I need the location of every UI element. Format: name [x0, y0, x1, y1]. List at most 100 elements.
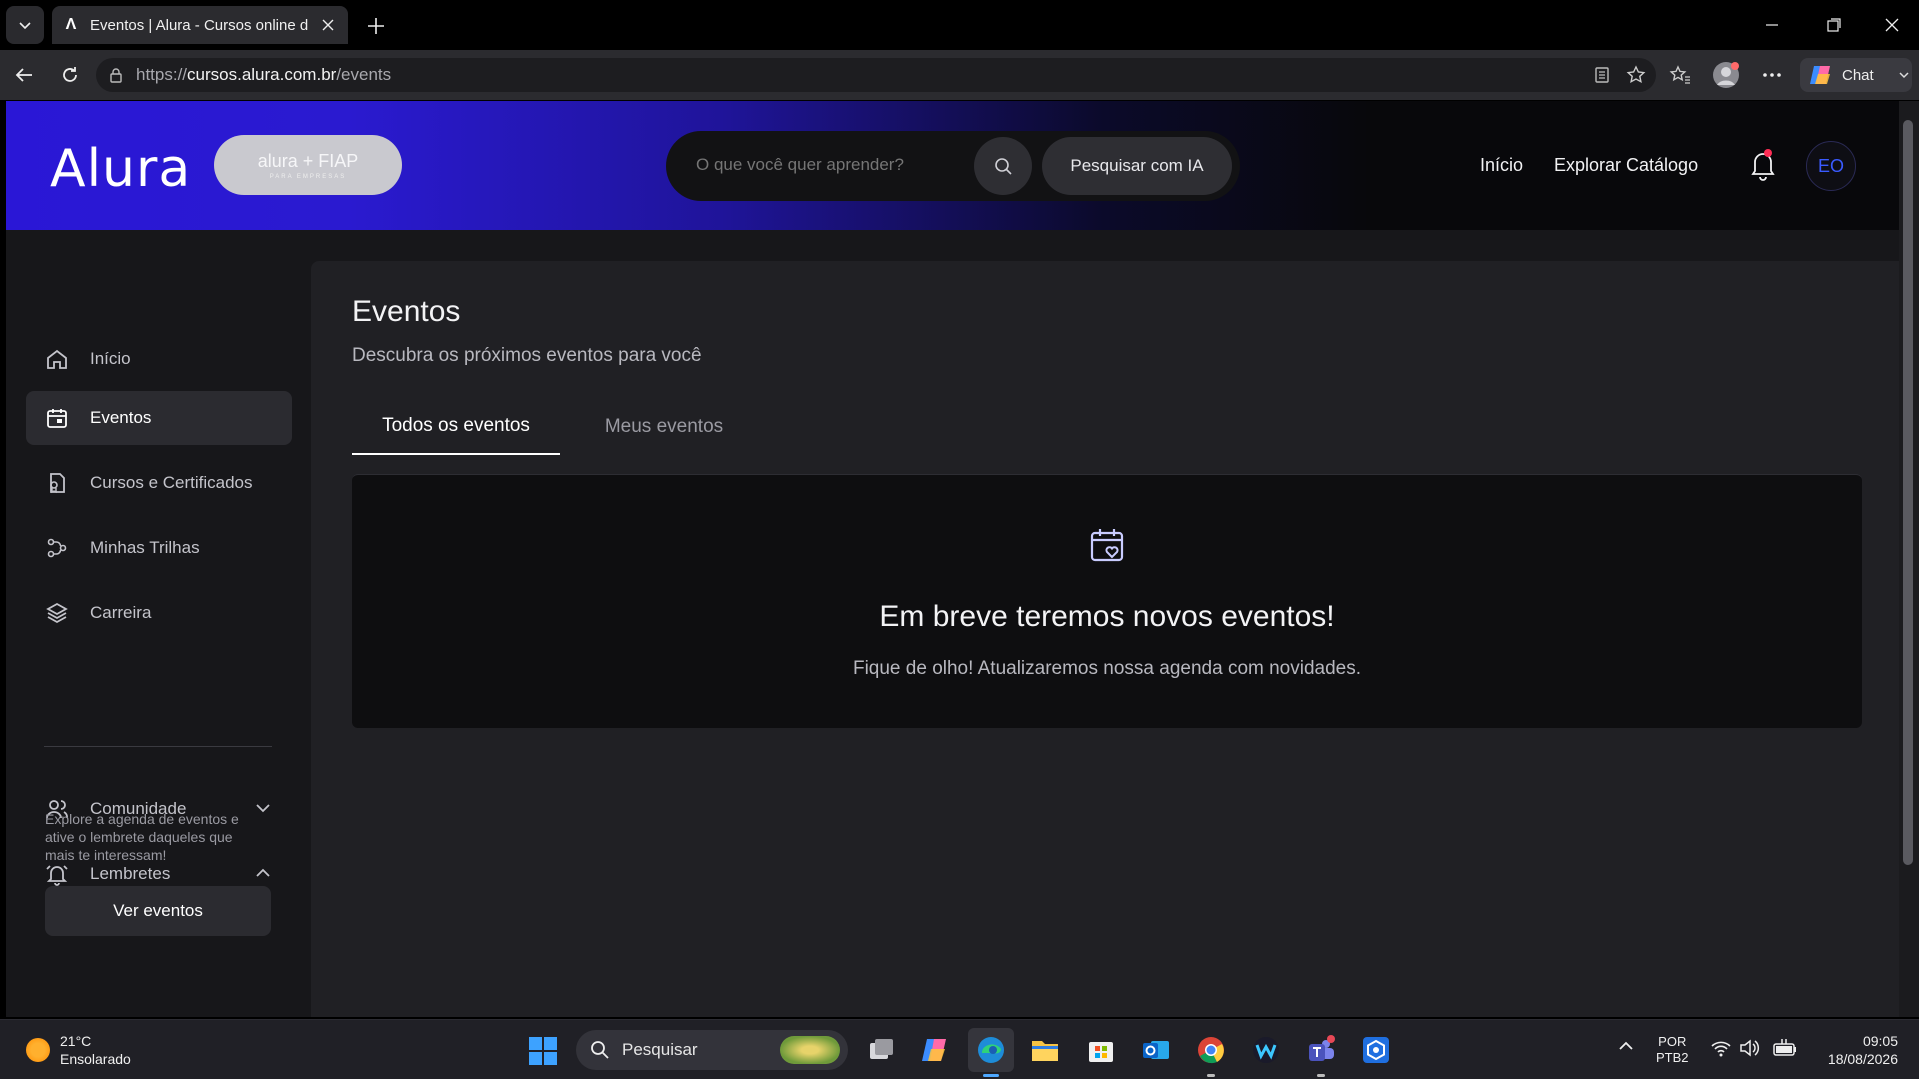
teams-icon[interactable]: [1306, 1035, 1336, 1065]
chrome-indicator: [1207, 1074, 1215, 1077]
teams-indicator: [1317, 1074, 1325, 1077]
alura-fiap-logo[interactable]: alura + FIAP PARA EMPRESAS: [214, 135, 402, 195]
route-icon: [44, 535, 70, 561]
search-icon: [995, 158, 1012, 175]
vpn-app-icon[interactable]: [1361, 1035, 1391, 1065]
events-tabs: Todos os eventos Meus eventos: [352, 399, 1852, 455]
outlook-icon[interactable]: [1141, 1035, 1171, 1065]
home-icon: [44, 346, 70, 372]
profile-icon[interactable]: [1710, 60, 1742, 90]
favorites-icon[interactable]: [1664, 60, 1696, 90]
sidebar-item-eventos[interactable]: Eventos: [26, 391, 292, 445]
back-icon[interactable]: [8, 60, 40, 90]
sidebar-item-label: Lembretes: [90, 864, 171, 883]
reload-icon[interactable]: [54, 60, 86, 90]
chat-label: Chat: [1842, 66, 1874, 84]
windows-start-icon[interactable]: [528, 1036, 558, 1066]
webex-icon[interactable]: [1251, 1035, 1281, 1065]
sidebar-item-label: Carreira: [90, 603, 152, 622]
address-bar[interactable]: https://cursos.alura.com.br/events: [96, 58, 1656, 92]
scrollbar-thumb[interactable]: [1903, 120, 1913, 865]
file-explorer-icon[interactable]: [1030, 1035, 1060, 1065]
notification-dot: [1764, 149, 1772, 157]
sidebar-item-carreira[interactable]: Carreira: [26, 586, 292, 640]
close-window-icon[interactable]: [1872, 10, 1912, 40]
new-tab-button[interactable]: [362, 12, 390, 40]
search-bar: Pesquisar com IA: [666, 131, 1240, 201]
more-options-icon[interactable]: [1756, 60, 1788, 90]
empty-state-subtitle: Fique de olho! Atualizaremos nossa agend…: [852, 658, 1362, 679]
show-hidden-icons-chevron-icon[interactable]: [1616, 1036, 1640, 1060]
bell-icon: [44, 861, 70, 887]
sidebar: Início Eventos Cursos e Certificados Min…: [6, 230, 312, 1017]
sidebar-divider: [44, 746, 272, 747]
search-ai-button[interactable]: Pesquisar com IA: [1042, 137, 1232, 195]
volume-icon[interactable]: [1738, 1038, 1762, 1062]
notifications-bell-icon[interactable]: [1748, 147, 1778, 183]
sidebar-item-trilhas[interactable]: Minhas Trilhas: [26, 521, 292, 575]
chevron-down-icon: [1899, 72, 1909, 79]
sidebar-item-label: Minhas Trilhas: [90, 538, 200, 557]
nav-inicio[interactable]: Início: [1480, 155, 1523, 176]
plus-icon: [368, 18, 384, 34]
chevron-up-icon[interactable]: [254, 864, 272, 882]
nav-explorar-catalogo[interactable]: Explorar Catálogo: [1554, 155, 1698, 176]
battery-plug-icon[interactable]: [1772, 1038, 1800, 1062]
layers-icon: [44, 600, 70, 626]
edge-active-indicator: [983, 1074, 999, 1077]
empty-events-card: Em breve teremos novos eventos! Fique de…: [352, 474, 1862, 728]
reader-mode-icon[interactable]: [1586, 60, 1618, 90]
tab-meus-eventos[interactable]: Meus eventos: [560, 399, 768, 455]
windows-taskbar: 21°C Ensolarado Pesquisar POR PTB2 09:05…: [0, 1019, 1919, 1079]
search-input[interactable]: [696, 155, 936, 175]
calendar-icon: [44, 405, 70, 431]
weather-widget[interactable]: 21°C Ensolarado: [26, 1032, 131, 1068]
minimize-window-icon[interactable]: [1752, 10, 1792, 40]
tab-actions-button[interactable]: [6, 6, 44, 44]
taskbar-search-label: Pesquisar: [622, 1040, 698, 1059]
site-header: Alura alura + FIAP PARA EMPRESAS Pesquis…: [6, 101, 1899, 230]
lock-icon: [110, 68, 122, 83]
tab-title: Eventos | Alura - Cursos online de: [90, 16, 308, 34]
url-text: https://cursos.alura.com.br/events: [136, 65, 392, 84]
sidebar-item-inicio[interactable]: Início: [26, 332, 292, 386]
alura-logo[interactable]: Alura: [50, 139, 191, 199]
sidebar-item-label: Início: [90, 349, 131, 368]
copilot-icon: [1810, 66, 1830, 84]
input-language-indicator[interactable]: POR PTB2: [1656, 1034, 1689, 1066]
system-clock[interactable]: 09:05 18/08/2026: [1808, 1032, 1898, 1068]
search-icon: [591, 1041, 609, 1059]
search-button[interactable]: [974, 137, 1032, 195]
web-page: Alura alura + FIAP PARA EMPRESAS Pesquis…: [6, 101, 1899, 1017]
microsoft-store-icon[interactable]: [1086, 1035, 1116, 1065]
copilot-chat-button[interactable]: Chat: [1800, 58, 1912, 92]
search-highlight-image: [780, 1036, 840, 1064]
favorite-star-icon[interactable]: [1620, 60, 1652, 90]
task-view-icon[interactable]: [866, 1035, 896, 1065]
user-avatar[interactable]: EO: [1806, 141, 1856, 191]
restore-window-icon[interactable]: [1814, 10, 1854, 40]
sidebar-item-label: Eventos: [90, 408, 152, 427]
browser-tab-active[interactable]: Λ Eventos | Alura - Cursos online de: [52, 6, 348, 44]
copilot-app-icon[interactable]: [920, 1035, 950, 1065]
sidebar-item-cursos[interactable]: Cursos e Certificados: [26, 456, 292, 510]
alura-favicon-icon: Λ: [65, 16, 77, 33]
calendar-heart-icon: [1089, 527, 1125, 563]
edge-icon[interactable]: [976, 1035, 1006, 1065]
main-content: Eventos Descubra os próximos eventos par…: [311, 261, 1899, 1017]
taskbar-search[interactable]: Pesquisar: [576, 1030, 848, 1070]
chrome-icon[interactable]: [1196, 1035, 1226, 1065]
certificate-icon: [44, 470, 70, 496]
page-title: Eventos: [352, 295, 461, 328]
weather-desc: Ensolarado: [60, 1051, 131, 1067]
wifi-icon[interactable]: [1710, 1038, 1734, 1062]
tab-todos-os-eventos[interactable]: Todos os eventos: [352, 399, 560, 455]
sun-icon: [26, 1038, 50, 1062]
browser-toolbar: https://cursos.alura.com.br/events Chat: [0, 50, 1919, 100]
ver-eventos-button[interactable]: Ver eventos: [45, 886, 271, 936]
weather-temp: 21°C: [60, 1033, 92, 1049]
reminder-description: Explore a agenda de eventos e ative o le…: [45, 811, 239, 863]
page-subtitle: Descubra os próximos eventos para você: [352, 345, 702, 366]
empty-state-title: Em breve teremos novos eventos!: [879, 600, 1335, 633]
close-tab-icon[interactable]: [318, 15, 338, 35]
